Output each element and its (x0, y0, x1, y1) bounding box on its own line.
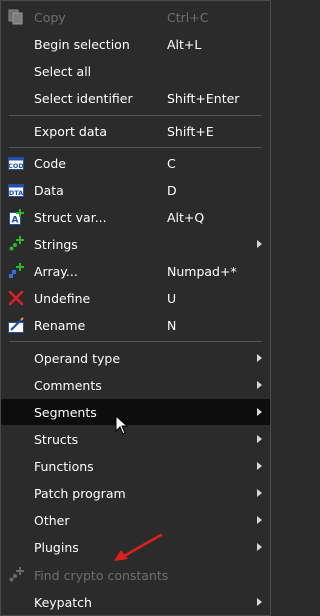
menu-item-export-data[interactable]: Export data Shift+E (1, 118, 270, 144)
svg-text:COD: COD (8, 162, 24, 170)
menu-label: Select all (34, 64, 92, 79)
menu-item-select-identifier[interactable]: Select identifier Shift+Enter (1, 85, 270, 111)
menu-label: Strings (34, 237, 78, 252)
submenu-arrow-icon (257, 598, 262, 606)
submenu-arrow-icon (257, 240, 262, 248)
menu-label: Segments (34, 405, 97, 420)
menu-item-rename[interactable]: Rename N (1, 312, 270, 338)
menu-shortcut: Shift+E (167, 124, 214, 139)
copy-icon (8, 9, 23, 25)
menu-item-copy: Copy Ctrl+C (1, 4, 270, 30)
menu-item-struct-var[interactable]: A Struct var... Alt+Q (1, 204, 270, 230)
menu-shortcut: Alt+Q (167, 210, 205, 225)
menu-item-other[interactable]: Other (1, 507, 270, 533)
menu-item-array[interactable]: Array... Numpad+* (1, 258, 270, 284)
menu-shortcut: U (167, 291, 177, 306)
svg-text:A: A (12, 216, 19, 226)
menu-item-find-crypto-constants: Find crypto constants (1, 562, 270, 588)
menu-label: Code (34, 156, 67, 171)
menu-item-code[interactable]: COD Code C (1, 150, 270, 176)
menu-label: Export data (34, 124, 108, 139)
plugin-icon (9, 567, 24, 582)
menu-label: Patch program (34, 486, 126, 501)
submenu-arrow-icon (257, 543, 262, 551)
menu-shortcut: N (167, 318, 177, 333)
menu-item-functions[interactable]: Functions (1, 453, 270, 479)
strings-icon (9, 236, 24, 251)
menu-shortcut: Numpad+* (167, 264, 237, 279)
submenu-arrow-icon (257, 516, 262, 524)
menu-label: Array... (34, 264, 78, 279)
submenu-arrow-icon (257, 354, 262, 362)
menu-label: Keypatch (34, 595, 92, 610)
menu-item-begin-selection[interactable]: Begin selection Alt+L (1, 31, 270, 57)
struct-icon: A (9, 209, 24, 226)
menu-shortcut: Alt+L (167, 37, 202, 52)
menu-label: Functions (34, 459, 94, 474)
submenu-arrow-icon (257, 462, 262, 470)
submenu-arrow-icon (257, 489, 262, 497)
menu-label: Comments (34, 378, 102, 393)
menu-item-comments[interactable]: Comments (1, 372, 270, 398)
svg-text:DTA: DTA (9, 189, 23, 197)
menu-item-strings[interactable]: Strings (1, 231, 270, 257)
menu-shortcut: C (167, 156, 176, 171)
menu-item-select-all[interactable]: Select all (1, 58, 270, 84)
mouse-cursor-icon (115, 415, 129, 435)
menu-label: Rename (34, 318, 86, 333)
submenu-arrow-icon (257, 381, 262, 389)
menu-item-patch-program[interactable]: Patch program (1, 480, 270, 506)
menu-label: Struct var... (34, 210, 107, 225)
menu-item-operand-type[interactable]: Operand type (1, 345, 270, 371)
menu-separator (9, 341, 262, 342)
menu-shortcut: Ctrl+C (167, 10, 209, 25)
menu-label: Select identifier (34, 91, 133, 106)
context-menu: Copy Ctrl+C Begin selection Alt+L Select… (0, 0, 271, 616)
menu-separator (9, 115, 262, 116)
annotation-arrow-icon (114, 533, 163, 561)
menu-label: Structs (34, 432, 79, 447)
menu-label: Plugins (34, 540, 79, 555)
menu-label: Copy (34, 10, 66, 25)
menu-item-undefine[interactable]: Undefine U (1, 285, 270, 311)
menu-label: Undefine (34, 291, 91, 306)
menu-separator (9, 147, 262, 148)
menu-label: Operand type (34, 351, 121, 366)
menu-shortcut: Shift+Enter (167, 91, 240, 106)
data-icon: DTA (8, 184, 24, 197)
submenu-arrow-icon (257, 408, 262, 416)
array-icon (9, 263, 24, 278)
menu-item-segments[interactable]: Segments (1, 399, 270, 425)
menu-item-structs[interactable]: Structs (1, 426, 270, 452)
menu-label: Other (34, 513, 70, 528)
menu-label: Begin selection (34, 37, 130, 52)
menu-label: Find crypto constants (34, 568, 169, 583)
menu-label: Data (34, 183, 64, 198)
rename-icon (8, 317, 24, 333)
undefine-icon (8, 290, 24, 306)
submenu-arrow-icon (257, 435, 262, 443)
code-icon: COD (8, 157, 24, 170)
menu-item-keypatch[interactable]: Keypatch (1, 589, 270, 615)
menu-item-data[interactable]: DTA Data D (1, 177, 270, 203)
menu-shortcut: D (167, 183, 177, 198)
